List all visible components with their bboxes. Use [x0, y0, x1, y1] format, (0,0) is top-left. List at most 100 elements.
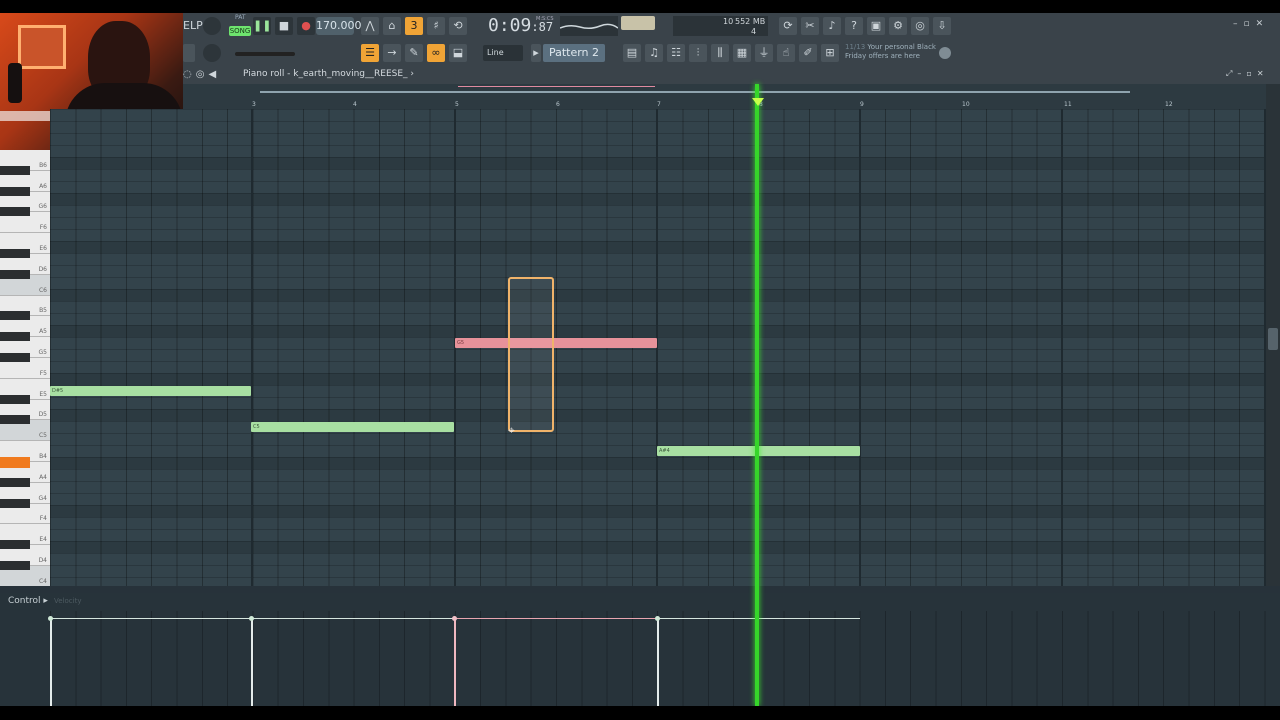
step-edit-icon[interactable]: ♯: [427, 17, 445, 35]
plug-icon[interactable]: ⏚: [755, 44, 773, 62]
chat-icon[interactable]: ◎: [911, 17, 929, 35]
velocity-handle[interactable]: [452, 616, 457, 621]
piano-black-key[interactable]: [0, 311, 30, 321]
globe-icon[interactable]: [939, 47, 951, 59]
oscilloscope: [559, 16, 619, 36]
song-mode-button[interactable]: SONG: [229, 26, 251, 36]
piano-black-key[interactable]: [0, 498, 30, 508]
piano-black-key[interactable]: [0, 165, 30, 175]
help-icon[interactable]: ?: [845, 17, 863, 35]
note-grid[interactable]: D#5 C5 G5 A#4: [50, 109, 1266, 586]
vertical-scrollbar[interactable]: [1266, 84, 1280, 586]
piano-black-key[interactable]: [0, 477, 30, 487]
velocity-handle[interactable]: [655, 616, 660, 621]
panel-divider[interactable]: [0, 586, 1280, 593]
bar-number: 4: [353, 101, 357, 108]
save-icon[interactable]: ▣: [867, 17, 885, 35]
piano-black-key[interactable]: [0, 249, 30, 258]
grid-row-band: [50, 457, 1266, 469]
pattern-selector[interactable]: Pattern 2: [543, 44, 605, 62]
brush-icon[interactable]: ✐: [799, 44, 817, 62]
record-icon[interactable]: ●: [297, 17, 315, 35]
velocity-label: Velocity: [54, 597, 82, 605]
download-icon[interactable]: ⇩: [933, 17, 951, 35]
grid-row-band: [50, 409, 1266, 421]
touch-icon[interactable]: ☝: [777, 44, 795, 62]
selection-box[interactable]: [508, 277, 554, 432]
piano-key-label: A5: [39, 328, 47, 336]
pattern-arrow-icon[interactable]: ▸: [531, 44, 541, 62]
wait-icon[interactable]: ⌂: [383, 17, 401, 35]
piano-black-key[interactable]: [0, 353, 30, 362]
mic-icon[interactable]: ♪: [823, 17, 841, 35]
channel-icon[interactable]: ⫼: [711, 44, 729, 62]
tempo-display[interactable]: 170.000: [316, 17, 362, 35]
snap-select[interactable]: Line: [483, 45, 523, 61]
scrollbar-thumb[interactable]: [1268, 328, 1278, 350]
note-g5[interactable]: G5: [455, 338, 657, 348]
mixer-icon[interactable]: ⫶: [689, 44, 707, 62]
playhead[interactable]: [755, 84, 759, 706]
velocity-bar[interactable]: [657, 618, 659, 706]
timeline-ruler[interactable]: 3 4 5 6 7 8 9 10 11 12: [183, 84, 1266, 109]
velocity-lane[interactable]: [48, 611, 1266, 706]
piano-black-key[interactable]: [0, 207, 30, 217]
stamp-icon[interactable]: ⬓: [449, 44, 467, 62]
velocity-level: [50, 618, 251, 619]
master-volume-knob[interactable]: [203, 17, 221, 35]
window-controls[interactable]: –▫✕: [1233, 19, 1269, 29]
note-c5[interactable]: C5: [251, 422, 454, 432]
pause-icon[interactable]: ❚❚: [253, 17, 271, 35]
grid-row-band: [50, 541, 1266, 553]
shop-icon[interactable]: ⊞: [821, 44, 839, 62]
piano-keyboard[interactable]: B6 A6 G6 F6 E6 D6 C6 B5 A5 G5 F5 E5 D5 C5 B4 A4 G4 F4 E4 D4…: [0, 150, 50, 586]
piano-black-key[interactable]: [0, 394, 30, 404]
pitch-knob[interactable]: [203, 44, 221, 62]
control-label[interactable]: Control ▸: [8, 596, 48, 606]
bar-number: 12: [1165, 101, 1173, 108]
piano-roll-window-controls[interactable]: ⤢–▫✕: [1226, 69, 1269, 79]
piano-black-key[interactable]: [0, 332, 30, 342]
note-d-sharp-5[interactable]: D#5: [50, 386, 251, 396]
playlist-icon[interactable]: ☰: [361, 44, 379, 62]
help-menu[interactable]: ELP: [183, 17, 203, 35]
master-pitch-slider[interactable]: [235, 52, 295, 56]
velocity-handle[interactable]: [249, 616, 254, 621]
grid-row-band: [50, 289, 1266, 301]
piano-key-label: A4: [39, 473, 47, 481]
piano-black-key[interactable]: [0, 561, 30, 570]
refresh-icon[interactable]: ⟳: [779, 17, 797, 35]
piano-roll-tools[interactable]: ◌◎◀: [183, 69, 220, 80]
bottom-letterbox: [0, 706, 1280, 720]
metronome-icon[interactable]: ⋀: [361, 17, 379, 35]
browser-icon[interactable]: ☷: [667, 44, 685, 62]
link-icon[interactable]: ∞: [427, 44, 445, 62]
stop-icon[interactable]: ■: [275, 17, 293, 35]
piano-roll-icon[interactable]: ♫: [645, 44, 663, 62]
velocity-bar[interactable]: [251, 618, 253, 706]
cut-icon[interactable]: ✂: [801, 17, 819, 35]
velocity-bar[interactable]: [454, 618, 456, 706]
loop-record-icon[interactable]: ⟲: [449, 17, 467, 35]
grid-row-band: [50, 157, 1266, 169]
piano-black-key[interactable]: [0, 415, 30, 425]
piano-black-key[interactable]: [0, 269, 30, 279]
piano-black-key[interactable]: [0, 540, 30, 550]
menu-tab-icon[interactable]: [183, 44, 195, 62]
bar-number: 10: [962, 101, 970, 108]
toolbar-row-top: ELP PAT SONG ❚❚ ■ ● 170.000 ⋀ ⌂ 3 ♯ ⟲ 0:…: [183, 13, 1280, 40]
arrow-right-icon[interactable]: →: [383, 44, 401, 62]
countdown-icon[interactable]: 3: [405, 17, 423, 35]
playhead-marker-icon[interactable]: [752, 98, 764, 106]
piano-key-label: E5: [39, 390, 47, 398]
piano-key-label: G6: [38, 203, 47, 211]
velocity-handle[interactable]: [48, 616, 53, 621]
piano-black-key[interactable]: [0, 186, 30, 196]
file-icon[interactable]: ▦: [733, 44, 751, 62]
channel-rack-icon[interactable]: ▤: [623, 44, 641, 62]
piano-black-key[interactable]: [0, 457, 30, 468]
pencil-icon[interactable]: ✎: [405, 44, 423, 62]
plugin-icon[interactable]: ⚙: [889, 17, 907, 35]
velocity-bar[interactable]: [50, 618, 52, 706]
loop-range-bar[interactable]: [260, 91, 1130, 93]
